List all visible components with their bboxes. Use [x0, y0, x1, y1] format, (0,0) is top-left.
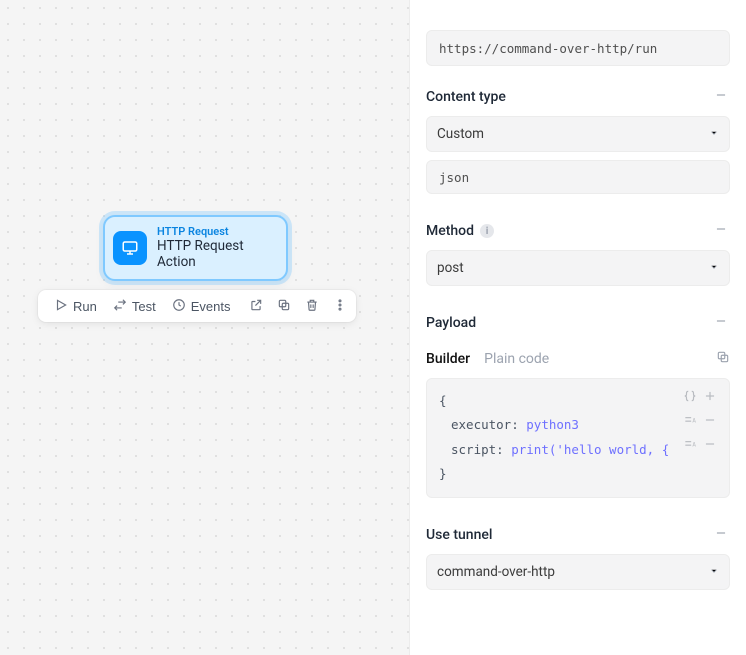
section-title-payload: Payload [426, 315, 476, 331]
chevron-down-icon [709, 564, 719, 580]
content-type-value-input[interactable]: json [426, 160, 730, 194]
collapse-payload[interactable] [712, 314, 730, 332]
section-title-use-tunnel: Use tunnel [426, 527, 492, 543]
collapse-method[interactable] [712, 222, 730, 240]
copy-payload-button[interactable] [716, 350, 730, 368]
method-select[interactable]: post [426, 250, 730, 286]
duplicate-button[interactable] [272, 294, 296, 319]
swap-icon [113, 298, 127, 315]
chevron-down-icon [709, 126, 719, 142]
delete-button[interactable] [300, 294, 324, 319]
tab-builder[interactable]: Builder [426, 351, 470, 367]
clock-icon [172, 298, 186, 315]
chevron-down-icon [709, 260, 719, 276]
more-vertical-icon [333, 298, 347, 315]
tab-plain-code[interactable]: Plain code [484, 351, 549, 367]
external-link-icon [249, 298, 263, 315]
test-button[interactable]: Test [107, 294, 162, 319]
play-icon [54, 298, 68, 315]
node-toolbar: Run Test Events [38, 290, 356, 322]
node-http-request[interactable]: HTTP Request HTTP Request Action [103, 215, 288, 281]
info-icon[interactable]: i [480, 224, 494, 238]
content-type-select[interactable]: Custom [426, 116, 730, 152]
code-line: executor: python3 [439, 413, 717, 437]
more-button[interactable] [328, 294, 352, 319]
minus-icon [714, 88, 728, 106]
trash-icon [305, 298, 319, 315]
code-line: script: print('hello world, { [439, 438, 717, 462]
run-button[interactable]: Run [48, 294, 103, 319]
collapse-content-type[interactable] [712, 88, 730, 106]
monitor-icon [113, 231, 147, 265]
node-title: HTTP Request Action [157, 238, 278, 270]
minus-icon [714, 526, 728, 544]
use-tunnel-select[interactable]: command-over-http [426, 554, 730, 590]
url-input[interactable]: https://command-over-http/run [426, 30, 730, 66]
code-line: } [439, 462, 717, 486]
workflow-canvas[interactable]: HTTP Request HTTP Request Action Run Tes… [0, 0, 410, 655]
copy-icon [716, 352, 730, 368]
code-line: { [439, 389, 717, 413]
section-title-content-type: Content type [426, 89, 506, 105]
section-title-method: Method [426, 223, 474, 239]
collapse-use-tunnel[interactable] [712, 526, 730, 544]
payload-code-editor[interactable]: A A { executor: python3 script: print('h… [426, 378, 730, 498]
node-kicker: HTTP Request [157, 225, 278, 238]
minus-icon [714, 222, 728, 240]
minus-icon [714, 314, 728, 332]
open-external-button[interactable] [244, 294, 268, 319]
events-button[interactable]: Events [166, 294, 237, 319]
copy-icon [277, 298, 291, 315]
inspector-panel[interactable]: https://command-over-http/run Content ty… [410, 0, 746, 655]
